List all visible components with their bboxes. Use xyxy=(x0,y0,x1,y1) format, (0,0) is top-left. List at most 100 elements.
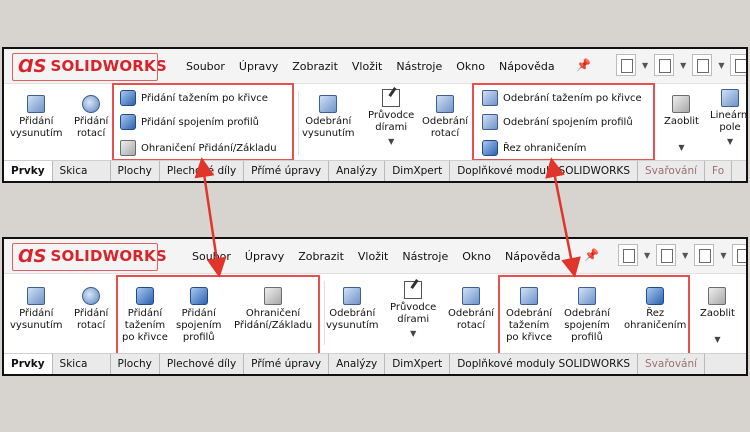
button-label: rotací xyxy=(430,128,460,139)
tab-analyzy[interactable]: Analýzy xyxy=(329,161,386,181)
tab-plochy[interactable]: Plochy xyxy=(111,161,160,181)
menu-soubor[interactable]: Soubor xyxy=(192,250,231,263)
chevron-down-icon[interactable]: ▼ xyxy=(410,328,416,340)
revolve-boss-button[interactable]: Přidání rotací xyxy=(74,95,108,140)
button-label: Přidání xyxy=(19,116,54,127)
extrude-cut-icon xyxy=(319,95,338,113)
menu-vlozit[interactable]: Vložit xyxy=(358,250,388,263)
fillet-button[interactable]: Zaoblit ▼ xyxy=(700,287,735,346)
tab-svarovani[interactable]: Svařování xyxy=(638,354,706,374)
chevron-down-icon[interactable]: ▼ xyxy=(682,251,688,260)
revolve-cut-button[interactable]: Odebrání rotací xyxy=(448,287,494,332)
button-label: rotací xyxy=(77,128,106,139)
revolve-cut-icon xyxy=(436,95,455,113)
menu-zobrazit[interactable]: Zobrazit xyxy=(298,250,344,263)
menu-napoveda[interactable]: Nápověda xyxy=(505,250,561,263)
chevron-down-icon[interactable]: ▼ xyxy=(680,61,686,70)
chevron-down-icon[interactable]: ▼ xyxy=(644,251,650,260)
hole-wizard-button[interactable]: Průvodce dírami ▼ xyxy=(390,281,436,340)
command-tabs: Prvky Skica Plochy Plechové díly Přímé ú… xyxy=(4,353,746,374)
tab-dimxpert[interactable]: DimXpert xyxy=(385,354,451,374)
ribbon-features: Přidání vysunutím Přidání rotací Přidání… xyxy=(4,83,746,163)
extrude-cut-icon xyxy=(343,287,362,305)
button-label: Lineární xyxy=(710,110,748,121)
tab-prime-upravy[interactable]: Přímé úpravy xyxy=(244,354,330,374)
linear-pattern-button[interactable]: Lineární pole ▼ xyxy=(710,89,748,148)
fillet-button[interactable]: Zaoblit ▼ xyxy=(664,95,699,154)
button-label: Průvodce xyxy=(390,302,437,313)
menu-nastroje[interactable]: Nástroje xyxy=(396,60,442,73)
tab-plechove-dily[interactable]: Plechové díly xyxy=(160,354,245,374)
menu-nastroje[interactable]: Nástroje xyxy=(402,250,448,263)
revolve-cut-button[interactable]: Odebrání rotací xyxy=(422,95,468,140)
chevron-down-icon[interactable]: ▼ xyxy=(714,334,720,346)
button-label: vysunutím xyxy=(302,128,355,139)
solidworks-logo: ⱭS SOLIDWORKS xyxy=(12,53,167,81)
extrude-boss-icon xyxy=(27,287,46,305)
chevron-down-icon[interactable]: ▼ xyxy=(642,61,648,70)
button-label: Zaoblit xyxy=(700,308,735,319)
highlight-box-cut-group xyxy=(498,275,690,355)
chevron-down-icon[interactable]: ▼ xyxy=(718,61,724,70)
tab-prvky[interactable]: Prvky xyxy=(4,354,53,374)
tab-prvky[interactable]: Prvky xyxy=(4,161,53,181)
revolve-boss-icon xyxy=(82,95,101,113)
tab-svarovani[interactable]: Svařování xyxy=(638,161,706,181)
new-document-icon[interactable] xyxy=(618,244,638,266)
pin-icon[interactable]: 📌 xyxy=(584,248,599,262)
extrude-boss-button[interactable]: Přidání vysunutím xyxy=(10,287,63,332)
tab-plechove-dily[interactable]: Plechové díly xyxy=(160,161,245,181)
separator xyxy=(298,91,299,155)
separator xyxy=(324,281,325,345)
revolve-cut-icon xyxy=(462,287,481,305)
button-label: vysunutím xyxy=(326,320,379,331)
extrude-cut-button[interactable]: Odebrání vysunutím xyxy=(302,95,355,140)
extrude-cut-button[interactable]: Odebrání vysunutím xyxy=(326,287,379,332)
button-label: Přidání xyxy=(19,308,54,319)
menu-zobrazit[interactable]: Zobrazit xyxy=(292,60,338,73)
menu-okno[interactable]: Okno xyxy=(456,60,485,73)
button-label: Odebrání xyxy=(329,308,376,319)
menu-okno[interactable]: Okno xyxy=(462,250,491,263)
tab-plochy[interactable]: Plochy xyxy=(111,354,160,374)
title-bar: ⱭS SOLIDWORKS Soubor Úpravy Zobrazit Vlo… xyxy=(4,239,746,274)
revolve-boss-icon xyxy=(82,287,101,305)
hole-wizard-button[interactable]: Průvodce dírami ▼ xyxy=(368,89,414,148)
revolve-boss-button[interactable]: Přidání rotací xyxy=(74,287,108,332)
tab-dimxpert[interactable]: DimXpert xyxy=(385,161,451,181)
button-label: Přidání xyxy=(74,116,109,127)
save-icon[interactable] xyxy=(694,244,715,266)
chevron-down-icon[interactable]: ▼ xyxy=(720,251,726,260)
tab-skica[interactable]: Skica xyxy=(53,354,111,374)
menu-upravy[interactable]: Úpravy xyxy=(245,250,284,263)
tab-skica[interactable]: Skica xyxy=(53,161,111,181)
menu-soubor[interactable]: Soubor xyxy=(186,60,225,73)
print-icon[interactable] xyxy=(730,54,746,76)
save-icon[interactable] xyxy=(692,54,713,76)
menu-vlozit[interactable]: Vložit xyxy=(352,60,382,73)
tab-prime-upravy[interactable]: Přímé úpravy xyxy=(244,161,330,181)
open-folder-icon[interactable] xyxy=(654,54,675,76)
highlight-box-add-group xyxy=(112,83,294,161)
new-document-icon[interactable] xyxy=(616,54,636,76)
menu-upravy[interactable]: Úpravy xyxy=(239,60,278,73)
title-bar: ⱭS SOLIDWORKS Soubor Úpravy Zobrazit Vlo… xyxy=(4,49,746,84)
extrude-boss-button[interactable]: Přidání vysunutím xyxy=(10,95,63,140)
open-folder-icon[interactable] xyxy=(656,244,677,266)
button-label: Odebrání xyxy=(448,308,495,319)
chevron-down-icon[interactable]: ▼ xyxy=(678,142,684,154)
tab-doplnkove-moduly[interactable]: Doplňkové moduly SOLIDWORKS xyxy=(450,354,638,374)
button-label: Odebrání xyxy=(305,116,352,127)
print-icon[interactable] xyxy=(732,244,746,266)
extrude-boss-icon xyxy=(27,95,46,113)
logo-frame xyxy=(12,243,158,271)
tab-doplnkove-moduly[interactable]: Doplňkové moduly SOLIDWORKS xyxy=(450,161,638,181)
tab-fo[interactable]: Fo xyxy=(705,161,733,181)
tab-analyzy[interactable]: Analýzy xyxy=(329,354,386,374)
chevron-down-icon[interactable]: ▼ xyxy=(388,136,394,148)
chevron-down-icon[interactable]: ▼ xyxy=(727,136,733,148)
fillet-icon xyxy=(708,287,727,305)
menu-napoveda[interactable]: Nápověda xyxy=(499,60,555,73)
pin-icon[interactable]: 📌 xyxy=(576,58,591,72)
button-label: rotací xyxy=(77,320,106,331)
